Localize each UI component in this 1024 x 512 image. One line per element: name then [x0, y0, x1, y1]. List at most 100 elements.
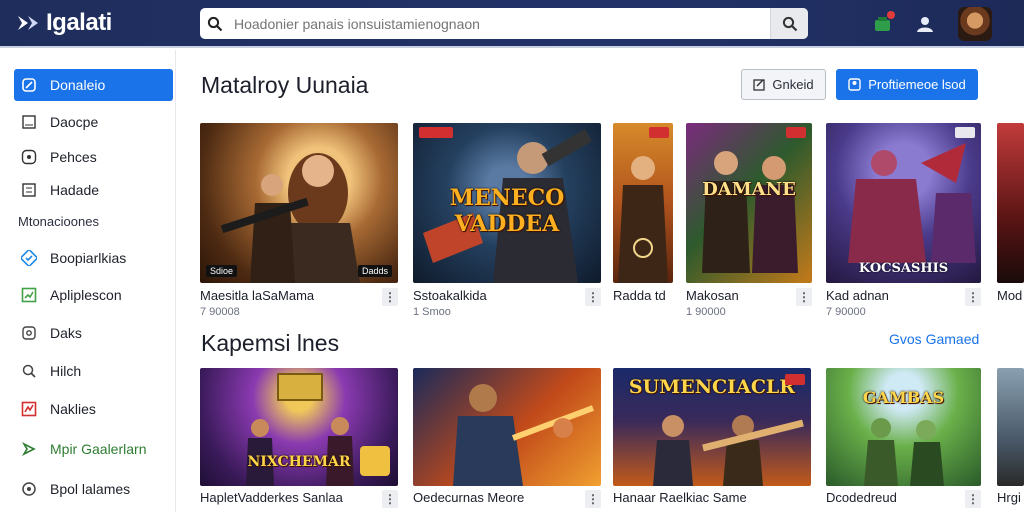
game-thumbnail: DAMANE	[686, 123, 812, 283]
notifications-icon[interactable]	[870, 11, 896, 37]
sidebar-item-1[interactable]: Daocpe	[14, 106, 173, 138]
secondary-button[interactable]: Gnkeid	[741, 69, 826, 100]
game-meta: 7 90008	[200, 306, 240, 318]
sidebar-item-5[interactable]: Apliplescon	[14, 279, 173, 311]
more-options-button[interactable]: ⋮	[382, 490, 398, 508]
brand-name: Igalati	[46, 9, 112, 36]
game-title: Hrgi	[997, 490, 1021, 505]
tag-badge	[786, 127, 806, 138]
user-icon[interactable]	[912, 11, 938, 37]
game-art	[864, 418, 944, 486]
game-thumbnail	[613, 123, 673, 283]
game-title: HapletVadderkes Sanlaa	[200, 490, 343, 505]
card-badge: Dadds	[357, 265, 392, 277]
game-title: Dcodedreud	[826, 490, 897, 505]
more-options-button[interactable]: ⋮	[585, 490, 601, 508]
sidebar-item-2[interactable]: Pehces	[14, 141, 173, 173]
notification-dot	[887, 11, 895, 19]
edit-icon	[753, 79, 766, 91]
more-options-button[interactable]: ⋮	[585, 288, 601, 306]
game-art	[220, 153, 360, 283]
sidebar-item-label: Hilch	[50, 363, 82, 379]
sidebar-item-7[interactable]: Hilch	[14, 355, 173, 387]
arrow-icon	[20, 440, 38, 458]
logo[interactable]: Igalati	[16, 9, 112, 37]
list-icon	[20, 181, 38, 199]
sidebar-item-9[interactable]: Mpir Gaalerlarn	[14, 433, 173, 465]
game-art-title: GAMBAS	[862, 388, 945, 407]
section-title: Matalroy Uunaia	[201, 72, 369, 98]
game-meta: 7 90000	[826, 306, 866, 318]
sidebar-item-8[interactable]: Naklies	[14, 393, 173, 425]
game-thumbnail: SUMENCIACLR	[613, 368, 811, 486]
link-icon	[20, 76, 38, 94]
see-more-link[interactable]: Gvos Gamaed	[889, 331, 979, 347]
main-content: Matalroy Uunaia Gnkeid Proftiemeoe lsod …	[176, 50, 1024, 512]
game-title: Radda td	[613, 288, 666, 303]
tag-badge	[785, 374, 805, 385]
game-art	[848, 143, 976, 263]
game-art-title: KOCSASHIS	[858, 261, 949, 276]
sidebar-item-0[interactable]: Donaleio	[14, 69, 173, 101]
sidebar: Donaleio Daocpe Pehces Hadade Mtonacioon…	[0, 50, 176, 512]
search-button[interactable]	[770, 8, 808, 39]
game-thumbnail	[997, 368, 1024, 486]
game-thumbnail: Sdioe Dadds	[200, 123, 398, 283]
sidebar-item-label: Daocpe	[50, 114, 99, 130]
game-art-title: MENECO VADDEA	[449, 185, 565, 237]
sidebar-item-label: Pehces	[50, 149, 97, 165]
sidebar-item-label: Bpol lalames	[50, 481, 131, 497]
game-art-title: SUMENCIACLR	[628, 376, 796, 398]
game-art-title: NIXCHEMAR	[247, 454, 351, 470]
search-bar	[200, 8, 808, 39]
sidebar-item-4[interactable]: Boopiarlkias	[14, 242, 173, 274]
more-options-button[interactable]: ⋮	[382, 288, 398, 306]
primary-button[interactable]: Proftiemeoe lsod	[836, 69, 978, 100]
card-badge: Sdioe	[206, 265, 238, 277]
game-meta: 1 90000	[686, 306, 726, 318]
gear-icon	[20, 324, 38, 342]
circle-icon	[20, 480, 38, 498]
more-options-button[interactable]: ⋮	[965, 288, 981, 306]
user-icon	[848, 78, 861, 91]
sidebar-item-6[interactable]: Daks	[14, 317, 173, 349]
more-options-button[interactable]: ⋮	[965, 490, 981, 508]
game-title: Mod	[997, 288, 1023, 303]
sidebar-item-3[interactable]: Hadade	[14, 174, 173, 206]
top-bar: Igalati	[0, 0, 1024, 48]
secondary-button-label: Gnkeid	[772, 77, 814, 92]
game-thumbnail: GAMBAS	[826, 368, 981, 486]
sidebar-item-label: Mpir Gaalerlarn	[50, 441, 147, 457]
sidebar-item-10[interactable]: Bpol lalames	[14, 473, 173, 505]
more-options-button[interactable]: ⋮	[796, 288, 812, 306]
tag-badge	[419, 127, 453, 138]
game-title: Makosan	[686, 288, 739, 303]
sidebar-item-label: Daks	[50, 325, 82, 341]
game-thumbnail: NIXCHEMAR	[200, 368, 398, 486]
sidebar-item-label: Apliplescon	[50, 287, 122, 303]
search-icon	[20, 362, 38, 380]
game-thumbnail	[997, 123, 1024, 283]
document-icon	[20, 113, 38, 131]
sidebar-item-label: Donaleio	[50, 77, 106, 93]
avatar[interactable]	[958, 7, 992, 41]
search-icon	[200, 16, 230, 32]
chart-icon	[20, 400, 38, 418]
game-thumbnail: KOCSASHIS	[826, 123, 981, 283]
game-thumbnail	[413, 368, 601, 486]
primary-button-label: Proftiemeoe lsod	[868, 77, 966, 92]
game-title: Hanaar Raelkiac Same	[613, 490, 747, 505]
sidebar-item-label: Hadade	[50, 182, 100, 198]
game-art-title: DAMANE	[702, 179, 796, 200]
search-input[interactable]	[230, 8, 770, 39]
game-title: Sstoakalkida	[413, 288, 487, 303]
section-title: Kapemsi lnes	[201, 330, 340, 356]
game-art	[618, 156, 668, 283]
sidebar-item-label: Boopiarlkias	[50, 250, 127, 266]
game-title: Kad adnan	[826, 288, 889, 303]
tag-badge	[955, 127, 975, 138]
sidebar-item-label: Naklies	[50, 401, 96, 417]
sidebar-section-heading: Mtonacioones	[18, 214, 99, 229]
check-icon	[20, 249, 38, 267]
game-title: Oedecurnas Meore	[413, 490, 525, 505]
